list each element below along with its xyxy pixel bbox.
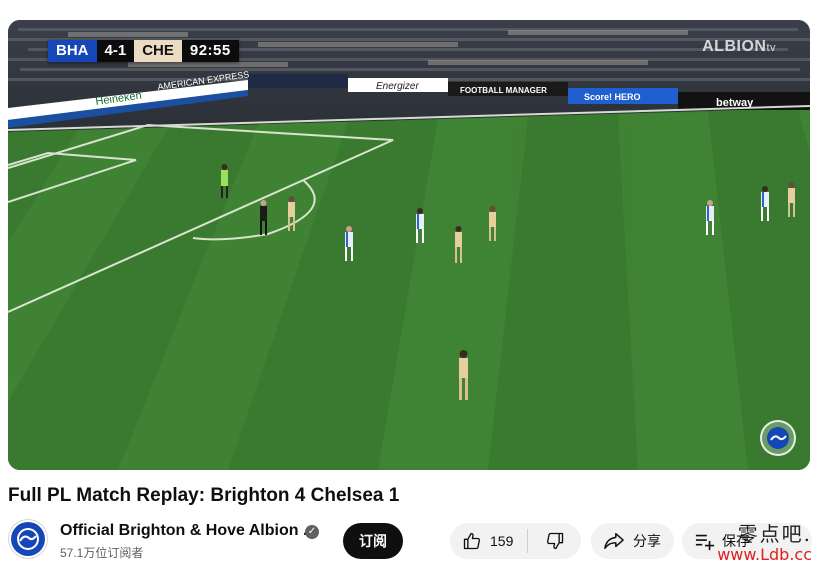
scoreboard: BHA 4-1 CHE 92:55 [48,40,239,62]
video-watch-page: Heineken AMERICAN EXPRESS Energizer FOOT… [0,0,820,569]
like-dislike-group: 159 [450,523,581,559]
thumbs-up-icon [463,532,481,550]
home-team-label: BHA [48,40,97,62]
verified-badge-icon: ✓ [305,525,319,539]
match-clock: 92:55 [181,40,239,62]
video-player[interactable]: Heineken AMERICAN EXPRESS Energizer FOOT… [8,20,810,470]
like-button[interactable]: 159 [450,523,527,559]
video-title: Full PL Match Replay: Brighton 4 Chelsea… [8,485,400,506]
save-label: 保存 [722,534,750,550]
channel-avatar[interactable] [8,519,48,559]
channel-name[interactable]: Official Brighton & Hove Albion ... [60,522,316,540]
board-football-manager: FOOTBALL MANAGER [460,86,547,95]
away-team-label: CHE [134,40,182,62]
broadcaster-suffix: tv [766,42,776,54]
dislike-button[interactable] [528,523,581,559]
save-button[interactable]: 保存 [682,523,812,559]
board-energizer: Energizer [376,81,419,92]
broadcaster-logo: ALBIONtv [702,38,776,56]
share-label: 分享 [633,534,661,550]
share-button[interactable]: 分享 [591,523,674,559]
like-count: 159 [490,533,514,549]
subscriber-count: 57.1万位订阅者 [60,546,144,560]
thumbs-down-icon [546,532,563,550]
club-crest-icon [760,420,796,456]
broadcaster-name: ALBION [702,38,767,55]
brighton-crest-icon [11,522,45,556]
match-score: 4-1 [96,40,135,62]
match-footage: Heineken AMERICAN EXPRESS Energizer FOOT… [8,20,810,470]
subscribe-button[interactable]: 订阅 [343,523,403,559]
board-score-hero: Score! HERO [584,92,641,102]
playlist-add-icon [695,534,715,551]
share-arrow-icon [604,533,624,549]
